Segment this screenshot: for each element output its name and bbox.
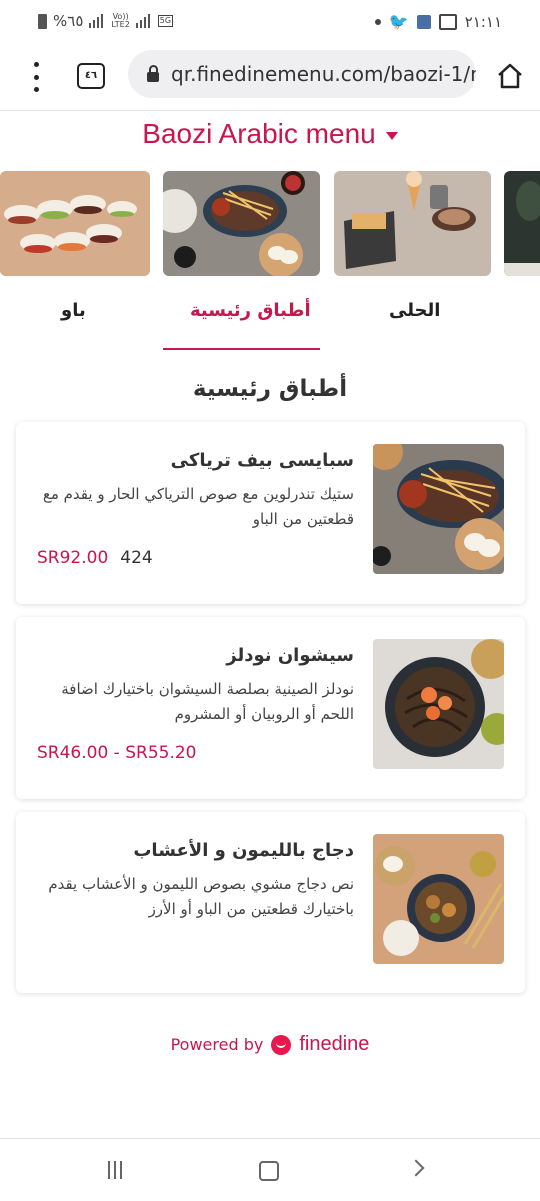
dish-description: نص دجاج مشوي بصوص الليمون و الأعشاب يقدم… bbox=[48, 875, 354, 918]
home-icon[interactable] bbox=[496, 62, 524, 90]
dish-card[interactable]: دجاج بالليمون و الأعشاب نص دجاج مشوي بصو… bbox=[16, 812, 525, 993]
battery-level: %٦٥ bbox=[53, 12, 84, 30]
tab-desserts[interactable]: الحلى bbox=[389, 300, 440, 321]
status-right: 🐦 ٢١:١١ bbox=[374, 12, 502, 31]
gallery-icon bbox=[438, 13, 457, 30]
dish-card[interactable]: سبايسى بيف ترياكى ستيك تندرلوين مع صوص ا… bbox=[16, 422, 525, 604]
category-carousel[interactable] bbox=[0, 171, 540, 276]
nav-recents-icon[interactable] bbox=[108, 1161, 122, 1179]
tabs-icon[interactable]: ٤٦ bbox=[77, 63, 105, 89]
carousel-image-main-dishes[interactable] bbox=[163, 171, 320, 276]
twitter-icon: 🐦 bbox=[388, 12, 409, 31]
section-title: أطباق رئيسية bbox=[192, 376, 348, 402]
app-icon bbox=[416, 14, 431, 29]
carousel-image-desserts[interactable] bbox=[334, 171, 491, 276]
caret-down-icon bbox=[385, 131, 398, 140]
tab-bao[interactable]: باو bbox=[61, 300, 86, 321]
signal-icon-2 bbox=[135, 14, 152, 28]
dish-image bbox=[373, 834, 504, 964]
5g-indicator: 5G bbox=[157, 15, 174, 27]
dish-calories: 424 bbox=[120, 548, 153, 568]
dish-description: ستيك تندرلوين مع صوص الترياكي الحار و يق… bbox=[42, 485, 354, 528]
price-row bbox=[37, 938, 49, 958]
dish-price: SR92.00 bbox=[37, 548, 109, 568]
carousel-image-bao[interactable] bbox=[0, 171, 150, 276]
browser-toolbar: ٤٦ qr.finedinemenu.com/baozi-1/n bbox=[0, 44, 540, 111]
battery-icon bbox=[38, 13, 47, 29]
dish-name: دجاج بالليمون و الأعشاب bbox=[133, 840, 354, 861]
volte-indicator: Vo)) LTE2 bbox=[111, 12, 130, 29]
dish-image bbox=[373, 444, 504, 574]
nav-home-icon[interactable] bbox=[259, 1161, 279, 1181]
dish-image bbox=[373, 639, 504, 769]
menu-title: Baozi Arabic menu bbox=[142, 118, 376, 149]
lock-icon bbox=[147, 65, 159, 82]
notification-dot-icon bbox=[374, 18, 381, 25]
price-row: SR46.00 - SR55.20 bbox=[37, 743, 208, 763]
status-left: %٦٥ Vo)) LTE2 5G bbox=[38, 12, 174, 30]
dish-name: سبايسى بيف ترياكى bbox=[170, 450, 354, 471]
finedine-wordmark: finedine bbox=[299, 1033, 370, 1055]
dish-name: سيشوان نودلز bbox=[226, 645, 354, 666]
dish-price: SR46.00 - SR55.20 bbox=[37, 743, 197, 763]
powered-by-label: Powered by bbox=[170, 1035, 264, 1054]
menu-kebab-icon[interactable] bbox=[26, 62, 46, 92]
dish-description: نودلز الصينية بصلصة السيشوان باختيارك اض… bbox=[61, 680, 354, 723]
status-bar: %٦٥ Vo)) LTE2 5G 🐦 ٢١:١١ bbox=[0, 0, 540, 44]
url-bar[interactable]: qr.finedinemenu.com/baozi-1/n bbox=[128, 50, 476, 98]
dish-card[interactable]: سيشوان نودلز نودلز الصينية بصلصة السيشوا… bbox=[16, 617, 525, 799]
price-row: SR92.00 424 bbox=[37, 548, 153, 568]
active-tab-indicator bbox=[163, 348, 320, 350]
carousel-image-partial[interactable] bbox=[504, 171, 540, 276]
tab-main-dishes[interactable]: أطباق رئيسية bbox=[190, 300, 311, 321]
signal-icon bbox=[89, 14, 105, 28]
clock: ٢١:١١ bbox=[464, 12, 502, 31]
powered-by[interactable]: Powered by finedine bbox=[0, 1033, 540, 1056]
url-text: qr.finedinemenu.com/baozi-1/n bbox=[171, 62, 476, 86]
system-navigation-bar bbox=[0, 1138, 540, 1201]
menu-selector[interactable]: Baozi Arabic menu bbox=[0, 118, 540, 150]
nav-back-icon[interactable] bbox=[407, 1159, 425, 1177]
finedine-logo-icon bbox=[271, 1034, 292, 1055]
